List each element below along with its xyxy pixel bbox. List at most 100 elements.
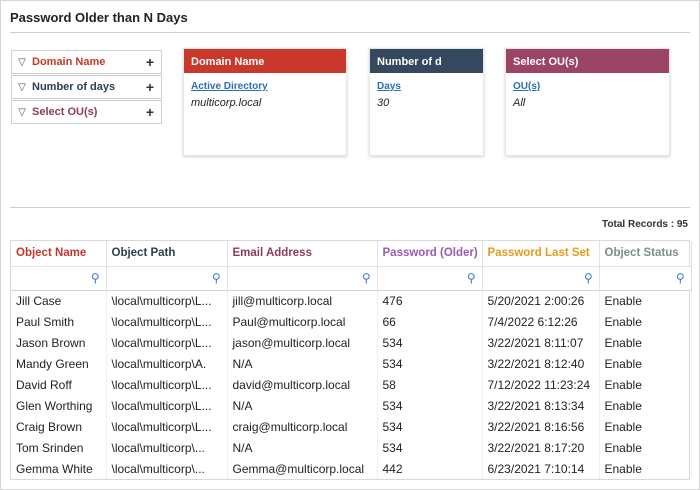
filter-label: Select OU(s) [32, 106, 98, 118]
table-row[interactable]: Glen Worthing \local\multicorp\L... N/A 534… [11, 395, 692, 416]
cell-password-last-set: 7/12/2022 11:23:24 [482, 374, 600, 395]
cell-object-name: Mandy Green [11, 353, 107, 374]
card-number-of-days: Number of d Days 30 [369, 48, 484, 156]
cell-password-last-set: 3/22/2021 8:11:07 [482, 332, 600, 353]
cell-password-last-set: 3/22/2021 8:12:40 [482, 353, 600, 374]
cell-password-older: 476 [377, 290, 483, 311]
card-select-ou: Select OU(s) OU(s) All [505, 48, 670, 156]
table-row[interactable]: Craig Brown \local\multicorp\L... craig@mu… [11, 416, 692, 437]
cell-email-address: david@multicorp.local [227, 374, 378, 395]
table-row[interactable]: Paul Smith \local\multicorp\L... Paul@mult… [11, 311, 692, 332]
search-cell[interactable]: ⚲ [11, 266, 107, 291]
results-table: Object Name Object Path Email Address Pa… [10, 240, 692, 480]
card-domain-name: Domain Name Active Directory multicorp.l… [183, 48, 347, 156]
cell-password-last-set: 3/22/2021 8:17:20 [482, 437, 600, 458]
card-header: Number of d [370, 49, 483, 73]
search-icon[interactable]: ⚲ [212, 271, 221, 285]
cell-password-last-set: 3/22/2021 8:16:56 [482, 416, 600, 437]
search-icon[interactable]: ⚲ [91, 271, 100, 285]
card-link-ou[interactable]: OU(s) [513, 81, 662, 92]
column-header-password-older[interactable]: Password (Older) [377, 241, 483, 267]
cell-password-older: 534 [377, 353, 483, 374]
table-row[interactable]: Jill Case \local\multicorp\L... jill@multi… [11, 290, 692, 311]
divider [10, 207, 690, 208]
cell-object-name: Jason Brown [11, 332, 107, 353]
filter-select-ou[interactable]: ▽ Select OU(s) + [11, 100, 162, 124]
cell-email-address: N/A [227, 437, 378, 458]
cell-object-status: Enable [599, 311, 692, 332]
cell-password-older: 534 [377, 332, 483, 353]
cell-password-older: 58 [377, 374, 483, 395]
cell-object-status: Enable [599, 332, 692, 353]
card-header: Domain Name [184, 49, 346, 73]
search-icon[interactable]: ⚲ [467, 271, 476, 285]
table-row[interactable]: Mandy Green \local\multicorp\A. N/A 534 3/22… [11, 353, 692, 374]
cell-object-path: \local\multicorp\L... [106, 332, 228, 353]
filter-domain-name[interactable]: ▽ Domain Name + [11, 50, 162, 74]
card-value: All [513, 97, 526, 109]
cell-object-path: \local\multicorp\L... [106, 311, 228, 332]
search-cell[interactable]: ⚲ [482, 266, 600, 291]
plus-icon[interactable]: + [145, 104, 155, 120]
table-row[interactable]: Tom Srinden \local\multicorp\... N/A 534 3/2… [11, 437, 692, 458]
cell-password-older: 66 [377, 311, 483, 332]
search-icon[interactable]: ⚲ [676, 271, 685, 285]
filter-number-of-days[interactable]: ▽ Number of days + [11, 75, 162, 99]
search-cell[interactable]: ⚲ [106, 266, 228, 291]
funnel-icon: ▽ [18, 106, 26, 118]
divider [10, 32, 690, 33]
cell-password-last-set: 5/20/2021 2:00:26 [482, 290, 600, 311]
table-row[interactable]: David Roff \local\multicorp\L... david@mul… [11, 374, 692, 395]
cell-password-older: 534 [377, 437, 483, 458]
cell-object-path: \local\multicorp\L... [106, 416, 228, 437]
column-header-password-last-set[interactable]: Password Last Set [482, 241, 600, 267]
plus-icon[interactable]: + [145, 54, 155, 70]
cell-object-path: \local\multicorp\... [106, 437, 228, 458]
total-records: Total Records : 95 [602, 219, 688, 230]
column-header-email-address[interactable]: Email Address [227, 241, 378, 267]
search-icon[interactable]: ⚲ [584, 271, 593, 285]
cell-object-path: \local\multicorp\... [106, 458, 228, 479]
column-header-object-name[interactable]: Object Name [11, 241, 107, 267]
cell-email-address: jill@multicorp.local [227, 290, 378, 311]
cell-password-last-set: 3/22/2021 8:13:34 [482, 395, 600, 416]
cell-object-status: Enable [599, 290, 692, 311]
funnel-icon: ▽ [18, 81, 26, 93]
plus-icon[interactable]: + [145, 79, 155, 95]
cell-email-address: N/A [227, 395, 378, 416]
cell-object-name: Craig Brown [11, 416, 107, 437]
column-header-object-path[interactable]: Object Path [106, 241, 228, 267]
table-header-row: Object Name Object Path Email Address Pa… [11, 241, 692, 267]
search-cell[interactable]: ⚲ [227, 266, 378, 291]
table-row[interactable]: Jason Brown \local\multicorp\L... jason@mu… [11, 332, 692, 353]
cell-object-status: Enable [599, 458, 692, 479]
cell-object-name: Gemma White [11, 458, 107, 479]
page-title: Password Older than N Days [10, 10, 188, 25]
cell-object-name: Jill Case [11, 290, 107, 311]
table-row[interactable]: Gemma White \local\multicorp\... Gemma@mul… [11, 458, 692, 479]
cell-object-status: Enable [599, 437, 692, 458]
search-icon[interactable]: ⚲ [362, 271, 371, 285]
column-search-row: ⚲ ⚲ ⚲ ⚲ ⚲ ⚲ [11, 266, 692, 291]
column-header-object-status[interactable]: Object Status [599, 241, 692, 267]
cell-email-address: Gemma@multicorp.local [227, 458, 378, 479]
cell-object-status: Enable [599, 395, 692, 416]
cell-object-path: \local\multicorp\A. [106, 353, 228, 374]
card-link-days[interactable]: Days [377, 81, 476, 92]
funnel-icon: ▽ [18, 56, 26, 68]
cell-email-address: craig@multicorp.local [227, 416, 378, 437]
cell-email-address: N/A [227, 353, 378, 374]
cell-object-status: Enable [599, 353, 692, 374]
cell-object-name: Tom Srinden [11, 437, 107, 458]
cell-object-status: Enable [599, 374, 692, 395]
cell-object-name: David Roff [11, 374, 107, 395]
cell-object-path: \local\multicorp\L... [106, 290, 228, 311]
filter-label: Number of days [32, 81, 116, 93]
cell-password-last-set: 7/4/2022 6:12:26 [482, 311, 600, 332]
cell-password-older: 534 [377, 395, 483, 416]
table-body: Jill Case \local\multicorp\L... jill@multi… [11, 290, 692, 479]
search-cell[interactable]: ⚲ [377, 266, 483, 291]
cell-password-last-set: 6/23/2021 7:10:14 [482, 458, 600, 479]
search-cell[interactable]: ⚲ [599, 266, 692, 291]
card-link-active-directory[interactable]: Active Directory [191, 81, 339, 92]
